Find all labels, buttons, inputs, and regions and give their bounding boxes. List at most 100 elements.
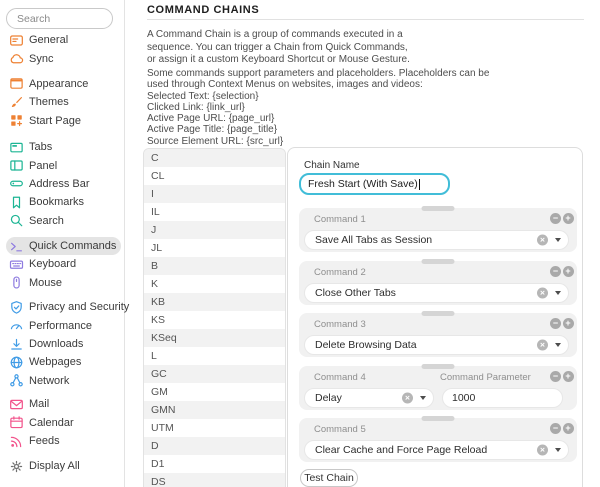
chain-list-item-i[interactable]: I (144, 185, 285, 203)
sidebar-item-downloads[interactable]: Downloads (6, 335, 121, 353)
sidebar-item-network[interactable]: Network (6, 372, 121, 390)
remove-command-button[interactable]: − (550, 423, 561, 434)
command-select[interactable]: Close Other Tabs× (304, 283, 569, 303)
chain-list-item-cl[interactable]: CL (144, 167, 285, 185)
chain-list-item-l[interactable]: L (144, 347, 285, 365)
sidebar-item-search[interactable]: Search (6, 212, 121, 230)
sidebar-item-mouse[interactable]: Mouse (6, 274, 121, 292)
add-command-button[interactable]: + (563, 318, 574, 329)
clear-command-icon[interactable]: × (537, 445, 548, 456)
clear-command-icon[interactable]: × (537, 235, 548, 246)
sidebar-item-label: Keyboard (29, 258, 76, 270)
sidebar-group-spacer (6, 450, 121, 457)
sync-icon (9, 51, 24, 66)
sidebar-item-label: Bookmarks (29, 196, 84, 208)
add-command-button[interactable]: + (563, 423, 574, 434)
sidebar-group: Appearance Themes Start Page (6, 75, 121, 130)
chevron-down-icon[interactable] (555, 343, 561, 347)
chain-list-item-ks[interactable]: KS (144, 311, 285, 329)
chain-list-item-kb[interactable]: KB (144, 293, 285, 311)
appearance-icon (9, 76, 24, 91)
sidebar-item-general[interactable]: General (6, 31, 121, 49)
drag-handle[interactable] (422, 259, 455, 264)
clear-command-icon[interactable]: × (537, 340, 548, 351)
chevron-down-icon[interactable] (555, 238, 561, 242)
drag-handle[interactable] (422, 416, 455, 421)
sidebar-item-display-all[interactable]: Display All (6, 457, 121, 475)
chain-list-item-gm[interactable]: GM (144, 383, 285, 401)
sidebar-item-label: Mouse (29, 277, 62, 289)
test-chain-button[interactable]: Test Chain (300, 469, 358, 487)
start-page-icon (9, 113, 24, 128)
sidebar-item-performance[interactable]: Performance (6, 316, 121, 334)
sidebar-item-webpages[interactable]: Webpages (6, 353, 121, 371)
add-command-button[interactable]: + (563, 213, 574, 224)
clear-command-icon[interactable]: × (537, 287, 548, 298)
sidebar-item-sync[interactable]: Sync (6, 49, 121, 67)
chevron-down-icon[interactable] (555, 291, 561, 295)
chain-list-item-kseq[interactable]: KSeq (144, 329, 285, 347)
remove-command-button[interactable]: − (550, 213, 561, 224)
sidebar-item-panel[interactable]: Panel (6, 156, 121, 174)
command-select[interactable]: Delay × (304, 388, 434, 408)
chain-list-item-j[interactable]: J (144, 221, 285, 239)
performance-icon (9, 318, 24, 333)
sidebar-item-start-page[interactable]: Start Page (6, 112, 121, 130)
chain-list-item-il[interactable]: IL (144, 203, 285, 221)
chain-list-item-c[interactable]: C (144, 149, 285, 167)
sidebar-item-themes[interactable]: Themes (6, 93, 121, 111)
command-select[interactable]: Delete Browsing Data× (304, 335, 569, 355)
sidebar-item-label: Webpages (29, 356, 81, 368)
remove-command-button[interactable]: − (550, 318, 561, 329)
chain-list-item-b[interactable]: B (144, 257, 285, 275)
clear-command-icon[interactable]: × (402, 392, 413, 403)
command-select-value: Delay (315, 392, 342, 404)
sidebar-item-calendar[interactable]: Calendar (6, 413, 121, 431)
chain-editor-panel: Chain Name Fresh Start (With Save) Comma… (287, 147, 583, 487)
command-select[interactable]: Clear Cache and Force Page Reload× (304, 440, 569, 460)
command-parameter-value: 1000 (452, 392, 475, 404)
command-select[interactable]: Save All Tabs as Session× (304, 230, 569, 250)
drag-handle[interactable] (422, 311, 455, 316)
sidebar-item-keyboard[interactable]: Keyboard (6, 255, 121, 273)
sidebar-item-appearance[interactable]: Appearance (6, 75, 121, 93)
sidebar-item-address-bar[interactable]: Address Bar (6, 175, 121, 193)
drag-handle[interactable] (422, 364, 455, 369)
sidebar-item-label: Calendar (29, 417, 74, 429)
chain-list-item-utm[interactable]: UTM (144, 419, 285, 437)
chain-list-item-gc[interactable]: GC (144, 365, 285, 383)
general-icon (9, 33, 24, 48)
command-card-1: Command 1−+Save All Tabs as Session× (299, 208, 577, 252)
chain-list-item-jl[interactable]: JL (144, 239, 285, 257)
chain-list-item-d1[interactable]: D1 (144, 455, 285, 473)
sidebar-item-feeds[interactable]: Feeds (6, 432, 121, 450)
sidebar-item-label: General (29, 34, 68, 46)
chain-list-item-k[interactable]: K (144, 275, 285, 293)
chevron-down-icon[interactable] (420, 396, 426, 400)
sidebar-item-privacy-and-security[interactable]: Privacy and Security (6, 298, 121, 316)
chevron-down-icon[interactable] (555, 448, 561, 452)
command-parameter-input[interactable]: 1000 (442, 388, 563, 408)
command-card-3: Command 3−+Delete Browsing Data× (299, 313, 577, 357)
add-command-button[interactable]: + (563, 371, 574, 382)
remove-command-button[interactable]: − (550, 371, 561, 382)
sidebar-item-label: Mail (29, 398, 49, 410)
panel-icon (9, 158, 24, 173)
sidebar-item-label: Downloads (29, 338, 83, 350)
chain-name-input[interactable]: Fresh Start (With Save) (299, 173, 450, 195)
sidebar-item-bookmarks[interactable]: Bookmarks (6, 193, 121, 211)
sidebar-search-input[interactable] (6, 8, 113, 29)
search-icon (9, 213, 24, 228)
sidebar-item-mail[interactable]: Mail (6, 395, 121, 413)
add-command-button[interactable]: + (563, 266, 574, 277)
sidebar-item-quick-commands[interactable]: Quick Commands (6, 237, 121, 255)
chain-list-item-ds[interactable]: DS (144, 473, 285, 487)
sidebar-item-tabs[interactable]: Tabs (6, 138, 121, 156)
sidebar-item-label: Start Page (29, 115, 81, 127)
remove-command-button[interactable]: − (550, 266, 561, 277)
drag-handle[interactable] (422, 206, 455, 211)
chain-list-item-gmn[interactable]: GMN (144, 401, 285, 419)
chain-list-item-d[interactable]: D (144, 437, 285, 455)
sidebar-item-label: Appearance (29, 78, 88, 90)
description-paragraph-1: A Command Chain is a group of commands e… (147, 29, 410, 67)
